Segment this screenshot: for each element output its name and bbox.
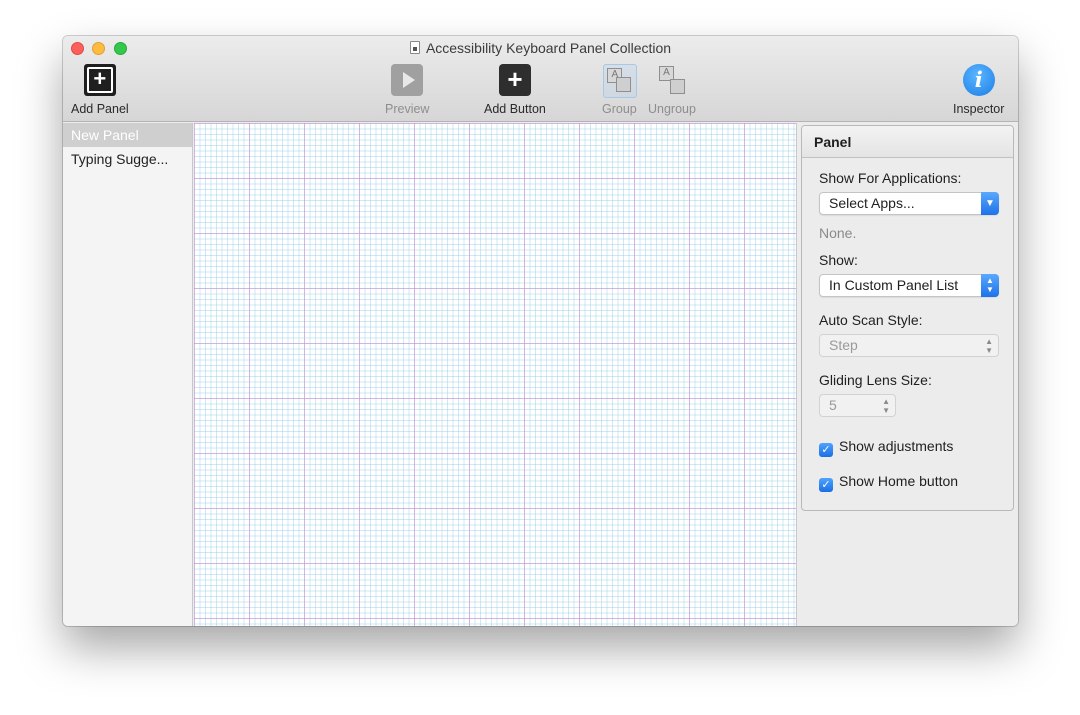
panel-editor-canvas[interactable] [194,123,797,626]
preview-button[interactable]: Preview [385,64,429,116]
applications-none-text: None. [819,225,857,241]
gliding-lens-size-value: 5 [829,397,837,413]
play-icon [391,64,424,96]
up-down-arrows-icon: ▲ ▼ [981,274,999,297]
add-panel-button[interactable]: + Add Panel [71,64,129,116]
add-button-icon: + [498,64,531,96]
toolbar: Accessibility Keyboard Panel Collection … [63,36,1018,122]
preview-label: Preview [385,102,430,116]
document-icon [409,41,420,54]
inspector-label: Inspector [953,102,1005,116]
show-popup[interactable]: In Custom Panel List ▲ ▼ [819,274,999,297]
window-title: Accessibility Keyboard Panel Collection [425,40,672,56]
auto-scan-style-value: Step [829,337,858,353]
group-label: Group [602,102,637,116]
add-button-button[interactable]: + Add Button [484,64,546,116]
panel-list-sidebar: New Panel Typing Sugge... [63,123,193,626]
show-home-button-checkbox[interactable]: ✓ Show Home button [819,473,958,492]
ungroup-label: Ungroup [648,102,696,116]
auto-scan-style-label: Auto Scan Style: [819,312,923,328]
show-for-apps-label: Show For Applications: [819,170,962,186]
checkmark-icon: ✓ [819,443,833,457]
show-home-button-label: Show Home button [839,473,959,489]
add-panel-icon: + [83,64,116,96]
add-button-label: Add Button [484,102,546,116]
up-down-arrows-icon: ▲ ▼ [985,337,993,355]
group-icon: A [603,64,638,98]
show-label: Show: [819,252,858,268]
show-value: In Custom Panel List [829,277,959,293]
sidebar-item-new-panel[interactable]: New Panel [63,123,192,147]
stepper-arrows-icon: ▲ ▼ [882,397,890,415]
auto-scan-style-popup[interactable]: Step ▲ ▼ [819,334,999,357]
window-title-bar: Accessibility Keyboard Panel Collection [63,40,1018,56]
gliding-lens-size-label: Gliding Lens Size: [819,372,932,388]
app-window: Accessibility Keyboard Panel Collection … [63,36,1018,626]
sidebar-item-typing-suggestions[interactable]: Typing Sugge... [63,147,192,171]
panel-inspector: Panel Show For Applications: Select Apps… [801,125,1014,511]
show-adjustments-label: Show adjustments [839,438,954,454]
chevron-down-icon: ▼ [981,192,999,215]
inspector-pane: Panel Show For Applications: Select Apps… [798,123,1018,626]
select-apps-value: Select Apps... [829,195,915,211]
select-apps-popup[interactable]: Select Apps... ▼ [819,192,999,215]
inspector-header: Panel [802,126,1013,158]
gliding-lens-size-stepper[interactable]: 5 ▲ ▼ [819,394,896,417]
ungroup-button[interactable]: A Ungroup [648,64,696,116]
inspector-button[interactable]: i Inspector [953,64,1004,116]
group-button[interactable]: A Group [602,64,638,116]
show-adjustments-checkbox[interactable]: ✓ Show adjustments [819,438,953,457]
ungroup-icon: A [656,64,688,96]
add-panel-label: Add Panel [71,102,129,116]
info-icon: i [962,64,995,96]
checkmark-icon: ✓ [819,478,833,492]
